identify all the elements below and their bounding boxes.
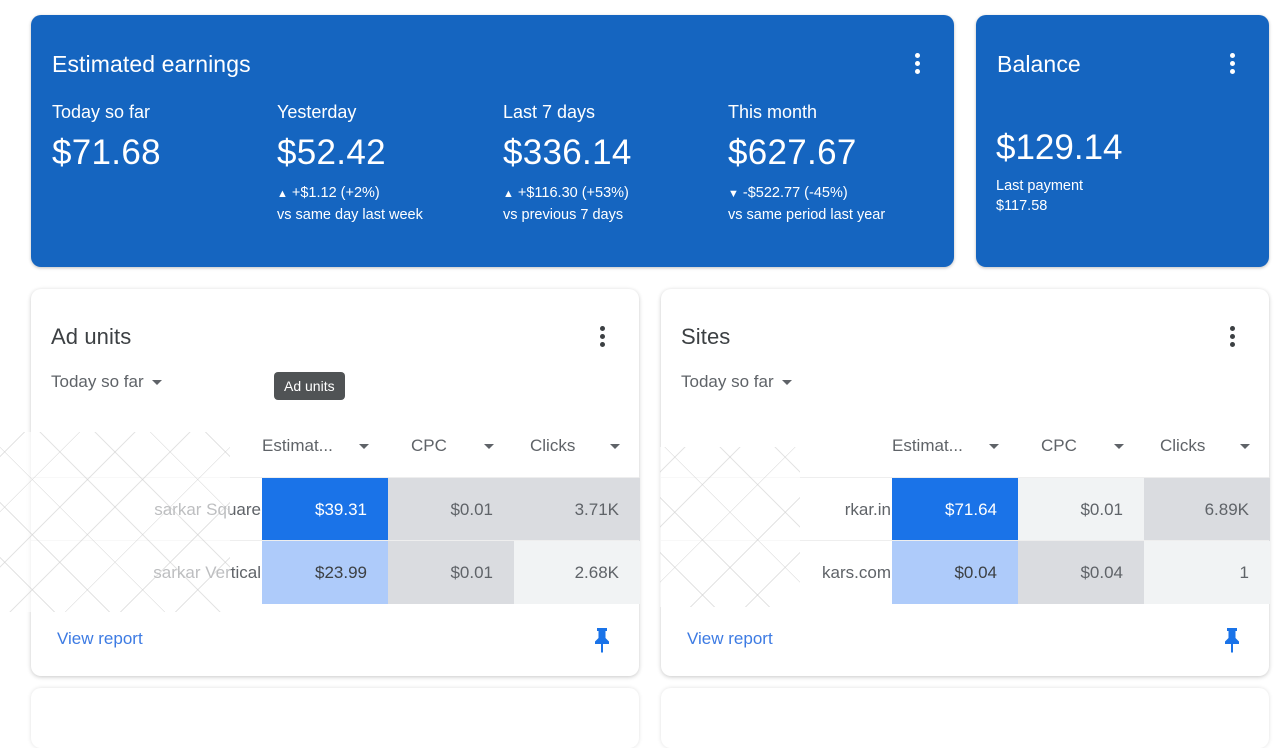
date-range-dropdown[interactable]: Today so far: [681, 372, 792, 392]
cell-clicks: 2.68K: [514, 541, 640, 604]
metric-compare: vs same day last week: [277, 207, 423, 223]
balance-value: $129.14: [996, 128, 1123, 167]
row-label: sarkar Square: [154, 499, 261, 519]
column-label: CPC: [411, 436, 447, 455]
more-vert-icon[interactable]: [1220, 321, 1244, 351]
more-vert-icon[interactable]: [905, 48, 929, 78]
tooltip: Ad units: [274, 372, 345, 400]
column-header-clicks[interactable]: Clicks: [1160, 435, 1250, 457]
more-vert-icon[interactable]: [1220, 48, 1244, 78]
cell-estimated-earnings: $71.64: [892, 478, 1018, 541]
caret-down-icon: [151, 379, 162, 385]
cell-estimated-earnings: $39.31: [262, 478, 388, 541]
pin-icon[interactable]: [592, 626, 612, 654]
more-vert-icon[interactable]: [590, 321, 614, 351]
cell-cpc: $0.04: [1018, 541, 1144, 604]
row-label: kars.com: [822, 562, 891, 582]
metric-today: Today so far $71.68: [52, 102, 272, 173]
date-range-label: Today so far: [681, 372, 774, 391]
metric-this-month: This month $627.67 ▼ -$522.77 (-45%) vs s…: [728, 102, 948, 226]
column-label: Clicks: [530, 436, 576, 455]
card-partial: [31, 688, 639, 748]
column-header-clicks[interactable]: Clicks: [530, 435, 620, 457]
ad-units-table: Estimat... CPC Clicks sarkar Square $39.…: [31, 415, 640, 604]
column-label: Clicks: [1160, 436, 1206, 455]
change-value: -$522.77 (-45%): [742, 185, 848, 201]
column-header-estimated-earnings[interactable]: Estimat...: [892, 435, 999, 457]
date-range-label: Today so far: [51, 372, 144, 391]
balance-card: Balance $129.14 Last payment $117.58: [976, 15, 1269, 267]
view-report-link[interactable]: View report: [57, 629, 143, 649]
change-value: +$116.30 (+53%): [517, 185, 629, 201]
metric-label: Last 7 days: [503, 102, 596, 122]
trend-up-icon: ▲: [277, 188, 288, 200]
column-header-cpc[interactable]: CPC: [411, 435, 494, 457]
sort-caret-icon: [610, 443, 620, 449]
table-header: Estimat... CPC Clicks: [661, 415, 1269, 477]
table-row[interactable]: sarkar Square $39.31 $0.01 3.71K: [31, 477, 640, 541]
last-payment-value: $117.58: [996, 198, 1048, 214]
row-label: rkar.in: [844, 499, 891, 519]
table-row[interactable]: kars.com $0.04 $0.04 1: [661, 540, 1270, 604]
pin-icon[interactable]: [1222, 626, 1242, 654]
change-value: +$1.12 (+2%): [291, 185, 380, 201]
metric-value: $71.68: [52, 133, 161, 172]
sort-caret-icon: [989, 443, 999, 449]
cell-estimated-earnings: $23.99: [262, 541, 388, 604]
metric-change: ▲ +$116.30 (+53%): [503, 183, 723, 205]
cell-clicks: 1: [1144, 541, 1270, 604]
card-title: Estimated earnings: [52, 51, 251, 77]
metric-change: ▲ +$1.12 (+2%): [277, 183, 497, 205]
metric-label: This month: [728, 102, 818, 122]
metric-compare: vs same period last year: [728, 207, 886, 223]
view-report-link[interactable]: View report: [687, 629, 773, 649]
last-payment-label: Last payment: [996, 178, 1084, 194]
table-row[interactable]: rkar.in $71.64 $0.01 6.89K: [661, 477, 1270, 541]
cell-cpc: $0.01: [388, 541, 514, 604]
row-label: sarkar Vertical: [153, 562, 261, 582]
sites-table: Estimat... CPC Clicks rkar.in $71.64 $0.…: [661, 415, 1270, 604]
card-partial: [661, 688, 1269, 748]
column-header-cpc[interactable]: CPC: [1041, 435, 1124, 457]
trend-down-icon: ▼: [728, 188, 739, 200]
cell-cpc: $0.01: [1018, 478, 1144, 541]
card-title: Ad units: [51, 324, 132, 349]
metric-value: $336.14: [503, 133, 632, 172]
column-label: Estimat...: [262, 436, 333, 455]
cell-estimated-earnings: $0.04: [892, 541, 1018, 604]
cell-clicks: 3.71K: [514, 478, 640, 541]
card-title: Sites: [681, 324, 731, 349]
sort-caret-icon: [1240, 443, 1250, 449]
metric-label: Yesterday: [277, 102, 357, 122]
ad-units-card: Ad units Today so far Ad units Estimat..…: [31, 289, 640, 676]
metric-yesterday: Yesterday $52.42 ▲ +$1.12 (+2%) vs same d…: [277, 102, 497, 226]
sort-caret-icon: [484, 443, 494, 449]
date-range-dropdown[interactable]: Today so far: [51, 372, 162, 392]
column-label: CPC: [1041, 436, 1077, 455]
sites-card: Sites Today so far Estimat... CPC Clicks…: [661, 289, 1270, 676]
table-header: Estimat... CPC Clicks: [31, 415, 639, 477]
sort-caret-icon: [1114, 443, 1124, 449]
card-title: Balance: [997, 51, 1081, 77]
metric-value: $52.42: [277, 133, 386, 172]
caret-down-icon: [781, 379, 792, 385]
metric-compare: vs previous 7 days: [503, 207, 624, 223]
column-label: Estimat...: [892, 436, 963, 455]
cell-clicks: 6.89K: [1144, 478, 1270, 541]
sort-caret-icon: [359, 443, 369, 449]
estimated-earnings-card: Estimated earnings Today so far $71.68 Y…: [31, 15, 954, 267]
metric-last-7-days: Last 7 days $336.14 ▲ +$116.30 (+53%) vs …: [503, 102, 723, 226]
metric-value: $627.67: [728, 133, 857, 172]
metric-change: ▼ -$522.77 (-45%): [728, 183, 948, 205]
table-row[interactable]: sarkar Vertical $23.99 $0.01 2.68K: [31, 540, 640, 604]
trend-up-icon: ▲: [503, 188, 514, 200]
metric-label: Today so far: [52, 102, 151, 122]
column-header-estimated-earnings[interactable]: Estimat...: [262, 435, 369, 457]
cell-cpc: $0.01: [388, 478, 514, 541]
